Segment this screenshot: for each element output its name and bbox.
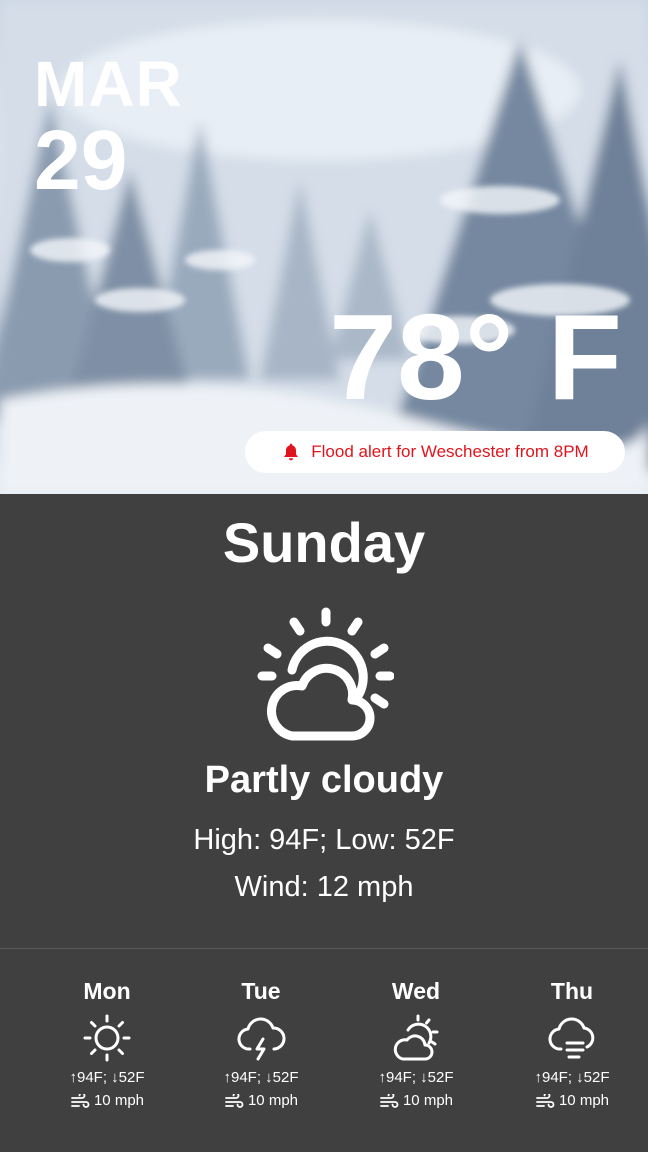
forecast-day-name: Wed <box>391 978 441 1004</box>
alert-text: Flood alert for Weschester from 8PM <box>311 442 589 461</box>
current-temperature: 78° F <box>329 289 622 425</box>
date-day: 29 <box>34 113 128 207</box>
forecast-wind-value: 10 mph <box>558 1092 610 1109</box>
forecast-day-thu[interactable]: Thu ↑94F; ↓52F 10 mph <box>507 978 637 1109</box>
today-section: Sunday Partly cloudy High: 94F; Low: 52F… <box>0 494 648 904</box>
wind-icon <box>380 1093 399 1108</box>
date-display: MAR 29 <box>34 52 183 202</box>
fog-icon <box>548 1017 595 1059</box>
forecast-wind-value: 10 mph <box>93 1092 145 1109</box>
bell-icon <box>284 443 298 461</box>
forecast-high-low: ↑94F; ↓52F <box>69 1069 145 1086</box>
forecast-wind: 10 mph <box>196 1092 326 1109</box>
forecast-wind-value: 10 mph <box>247 1092 299 1109</box>
forecast-day-mon[interactable]: Mon ↑94F; ↓52F 10 mph <box>42 978 172 1109</box>
forecast-wind: 10 mph <box>351 1092 481 1109</box>
forecast-wind: 10 mph <box>42 1092 172 1109</box>
forecast-day-wed[interactable]: Wed ↑94F; ↓52F 10 mph <box>351 978 481 1109</box>
sun-icon <box>83 1014 131 1062</box>
forecast-high-low: ↑94F; ↓52F <box>378 1069 454 1086</box>
forecast-high-low: ↑94F; ↓52F <box>534 1069 610 1086</box>
today-day-name: Sunday <box>222 511 426 574</box>
wind-icon <box>536 1093 555 1108</box>
divider <box>0 948 648 949</box>
forecast-wind: 10 mph <box>507 1092 637 1109</box>
partly-cloudy-icon <box>257 607 395 741</box>
wind-icon <box>71 1093 90 1108</box>
today-high-low: High: 94F; Low: 52F <box>193 823 455 856</box>
forecast-wind-value: 10 mph <box>402 1092 454 1109</box>
forecast-high-low: ↑94F; ↓52F <box>223 1069 299 1086</box>
today-condition: Partly cloudy <box>204 758 444 801</box>
date-month: MAR <box>34 48 183 120</box>
partly-cloudy-icon <box>393 1014 439 1061</box>
wind-icon <box>225 1093 244 1108</box>
flood-alert-banner[interactable]: Flood alert for Weschester from 8PM <box>245 431 625 473</box>
forecast-day-tue[interactable]: Tue ↑94F; ↓52F 10 mph <box>196 978 326 1109</box>
hero-section: MAR 29 78° F Flood alert for Weschester … <box>0 0 648 494</box>
thunderstorm-icon <box>237 1017 286 1061</box>
forecast-day-name: Mon <box>83 978 131 1004</box>
forecast-day-name: Thu <box>550 978 594 1004</box>
forecast-row: Mon ↑94F; ↓52F 10 mph Tue ↑94F; ↓52F 10 … <box>0 978 648 1128</box>
forecast-day-name: Tue <box>241 978 281 1004</box>
today-wind: Wind: 12 mph <box>234 870 414 903</box>
